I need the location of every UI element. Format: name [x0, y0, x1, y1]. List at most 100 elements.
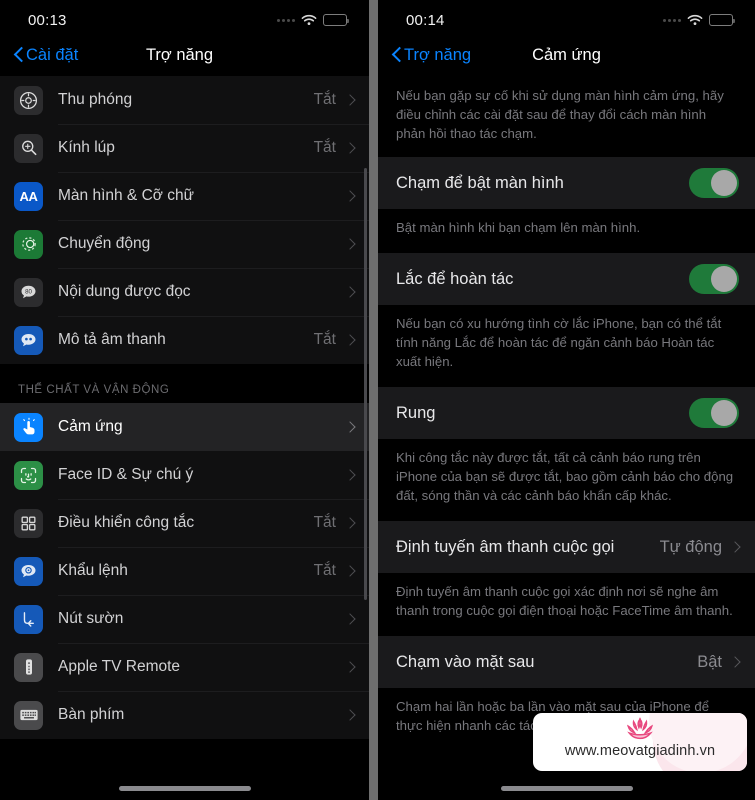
chevron-right-icon: [344, 469, 356, 481]
cellular-signal-icon: [277, 18, 295, 22]
chevron-right-icon: [729, 541, 741, 553]
settings-list-top: Thu phóng Tắt Kính lúp Tắt AA Màn hình &…: [0, 76, 369, 364]
toggle-lac-de-hoan-tac[interactable]: [689, 264, 739, 294]
chevron-left-icon: [14, 46, 25, 65]
chevron-right-icon: [344, 286, 356, 298]
list-item-label: Khẩu lệnh: [58, 562, 128, 579]
wifi-icon: [301, 14, 317, 26]
voice-control-icon: [14, 556, 43, 586]
list-item-label: Chuyển động: [58, 235, 151, 252]
setting-title: Chạm để bật màn hình: [396, 173, 564, 192]
setting-row-rung[interactable]: Rung: [378, 387, 755, 439]
list-item-label: Mô tả âm thanh: [58, 331, 166, 348]
status-bar: 00:14: [378, 0, 755, 34]
cellular-signal-icon: [663, 18, 681, 22]
list-item-chuyen-dong[interactable]: Chuyển động: [0, 220, 369, 268]
keyboard-icon: [14, 700, 43, 730]
dual-screenshot: 00:13 Cài đặt Trợ năng Thu phóng Tắt Kín…: [0, 0, 755, 800]
list-item-nut-suon[interactable]: Nút sườn: [0, 595, 369, 643]
list-item-value: Tắt: [313, 139, 336, 156]
setting-row-cham-vao-mat-sau[interactable]: Chạm vào mặt sau Bật: [378, 636, 755, 688]
setting-title: Định tuyến âm thanh cuộc gọi: [396, 537, 615, 556]
back-button-label: Cài đặt: [26, 45, 79, 64]
face-id-icon: [14, 460, 43, 490]
list-item-label: Thu phóng: [58, 91, 133, 108]
list-item-value: Tắt: [313, 331, 336, 348]
setting-title: Rung: [396, 403, 436, 422]
list-item-label: Màn hình & Cỡ chữ: [58, 187, 194, 204]
list-item-label: Điều khiển công tắc: [58, 514, 195, 531]
side-button-icon: [14, 604, 43, 634]
list-item-label: Nút sườn: [58, 610, 124, 627]
status-clock: 00:13: [28, 11, 67, 29]
back-button-label: Trợ năng: [404, 45, 472, 64]
status-indicators: [277, 14, 349, 26]
setting-row-cham-de-bat-man-hinh[interactable]: Chạm để bật màn hình: [378, 157, 755, 209]
status-clock: 00:14: [406, 11, 445, 29]
home-indicator: [500, 786, 633, 791]
chevron-right-icon: [344, 613, 356, 625]
audio-description-icon: [14, 325, 43, 355]
list-item-noi-dung-duoc-doc[interactable]: 80 Nội dung được đọc: [0, 268, 369, 316]
right-phone-screen: 00:14 Trợ năng Cảm ứng Nếu bạn gặp sự cố…: [378, 0, 755, 800]
chevron-right-icon: [344, 709, 356, 721]
display-text-size-icon: AA: [14, 181, 43, 211]
list-item-khau-lenh[interactable]: Khẩu lệnh Tắt: [0, 547, 369, 595]
spoken-content-icon: 80: [14, 277, 43, 307]
switch-control-icon: [14, 508, 43, 538]
chevron-left-icon: [392, 46, 403, 65]
list-item-label: Bàn phím: [58, 706, 125, 723]
list-item-value: Tắt: [313, 91, 336, 108]
status-bar: 00:13: [0, 0, 369, 34]
list-item-label: Cảm ứng: [58, 418, 123, 435]
chevron-right-icon: [344, 661, 356, 673]
setting-value: Tự động: [659, 537, 722, 556]
chevron-right-icon: [344, 517, 356, 529]
list-item-apple-tv-remote[interactable]: Apple TV Remote: [0, 643, 369, 691]
chevron-right-icon: [344, 142, 356, 154]
list-item-face-id[interactable]: Face ID & Sự chú ý: [0, 451, 369, 499]
lotus-flower-logo: [617, 716, 663, 742]
chevron-right-icon: [344, 421, 356, 433]
list-item-label: Face ID & Sự chú ý: [58, 466, 194, 483]
toggle-rung[interactable]: [689, 398, 739, 428]
left-phone-screen: 00:13 Cài đặt Trợ năng Thu phóng Tắt Kín…: [0, 0, 369, 800]
list-item-cam-ung[interactable]: Cảm ứng: [0, 403, 369, 451]
magnifier-icon: [14, 133, 43, 163]
vertical-scrollbar[interactable]: [364, 168, 367, 600]
setting-row-dinh-tuyen-am-thanh[interactable]: Định tuyến âm thanh cuộc gọi Tự động: [378, 521, 755, 573]
setting-row-lac-de-hoan-tac[interactable]: Lắc để hoàn tác: [378, 253, 755, 305]
wifi-icon: [687, 14, 703, 26]
list-item-mo-ta-am-thanh[interactable]: Mô tả âm thanh Tắt: [0, 316, 369, 364]
chevron-right-icon: [344, 334, 356, 346]
list-item-value: Tắt: [313, 562, 336, 579]
list-item-ban-phim[interactable]: Bàn phím: [0, 691, 369, 739]
list-item-man-hinh-co-chu[interactable]: AA Màn hình & Cỡ chữ: [0, 172, 369, 220]
setting-footnote: Định tuyến âm thanh cuộc gọi xác định nơ…: [378, 573, 755, 636]
setting-footnote: Nếu bạn có xu hướng tình cờ lắc iPhone, …: [378, 305, 755, 387]
list-item-kinh-lup[interactable]: Kính lúp Tắt: [0, 124, 369, 172]
toggle-knob: [711, 400, 737, 426]
list-item-thu-phong[interactable]: Thu phóng Tắt: [0, 76, 369, 124]
setting-title: Lắc để hoàn tác: [396, 269, 514, 288]
apple-tv-remote-icon: [14, 652, 43, 682]
settings-list-bottom: Cảm ứng Face ID & Sự chú ý Điều khiển cô…: [0, 403, 369, 739]
battery-icon: [323, 14, 349, 26]
toggle-knob: [711, 170, 737, 196]
touch-icon: [14, 412, 43, 442]
toggle-knob: [711, 266, 737, 292]
svg-text:80: 80: [25, 288, 32, 295]
chevron-right-icon: [344, 238, 356, 250]
setting-title: Chạm vào mặt sau: [396, 652, 535, 671]
back-button[interactable]: Trợ năng: [392, 46, 471, 65]
battery-icon: [709, 14, 735, 26]
navigation-bar: Trợ năng Cảm ứng: [378, 34, 755, 76]
section-header-physical-motor: THỂ CHẤT VÀ VẬN ĐỘNG: [0, 364, 369, 403]
watermark-text: www.meovatgiadinh.vn: [564, 743, 716, 759]
list-item-dieu-khien-cong-tac[interactable]: Điều khiển công tắc Tắt: [0, 499, 369, 547]
toggle-cham-de-bat-man-hinh[interactable]: [689, 168, 739, 198]
chevron-right-icon: [344, 565, 356, 577]
home-indicator: [118, 786, 251, 791]
setting-footnote: Bật màn hình khi bạn chạm lên màn hình.: [378, 209, 755, 253]
back-button[interactable]: Cài đặt: [14, 46, 78, 65]
